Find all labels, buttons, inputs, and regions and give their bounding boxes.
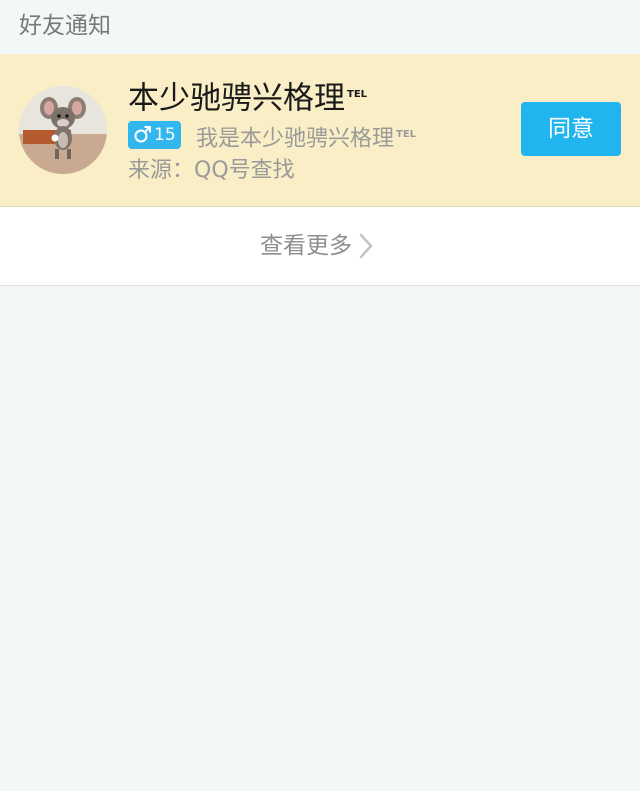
section-header: 好友通知 — [0, 0, 640, 54]
gender-age-badge: 15 — [128, 121, 181, 149]
request-source: 来源：QQ号查找 — [128, 158, 295, 183]
age-text: 15 — [154, 125, 176, 145]
chevron-right-icon — [359, 233, 373, 259]
nickname-suffix: TEL — [347, 89, 368, 100]
verification-message-suffix: TEL — [396, 129, 417, 140]
verification-message: 我是本少驰骋兴格理 TEL — [196, 120, 416, 154]
view-more-link[interactable]: 查看更多 — [260, 229, 374, 263]
male-icon — [134, 126, 151, 143]
cartoon-mouse-avatar-icon — [19, 86, 107, 174]
view-more-row[interactable]: 查看更多 — [0, 207, 640, 286]
friend-request-card[interactable]: 本少驰骋兴格理 TEL 15 我是本少驰骋兴格理 TEL 来源：QQ号查找 同意 — [0, 54, 640, 207]
section-title: 好友通知 — [19, 13, 111, 39]
avatar[interactable] — [19, 86, 107, 174]
verification-message-text: 我是本少驰骋兴格理 — [196, 126, 395, 152]
accept-button[interactable]: 同意 — [521, 102, 621, 156]
view-more-label: 查看更多 — [260, 233, 352, 259]
requester-nickname[interactable]: 本少驰骋兴格理 TEL — [128, 76, 367, 117]
nickname-text: 本少驰骋兴格理 — [128, 80, 345, 117]
